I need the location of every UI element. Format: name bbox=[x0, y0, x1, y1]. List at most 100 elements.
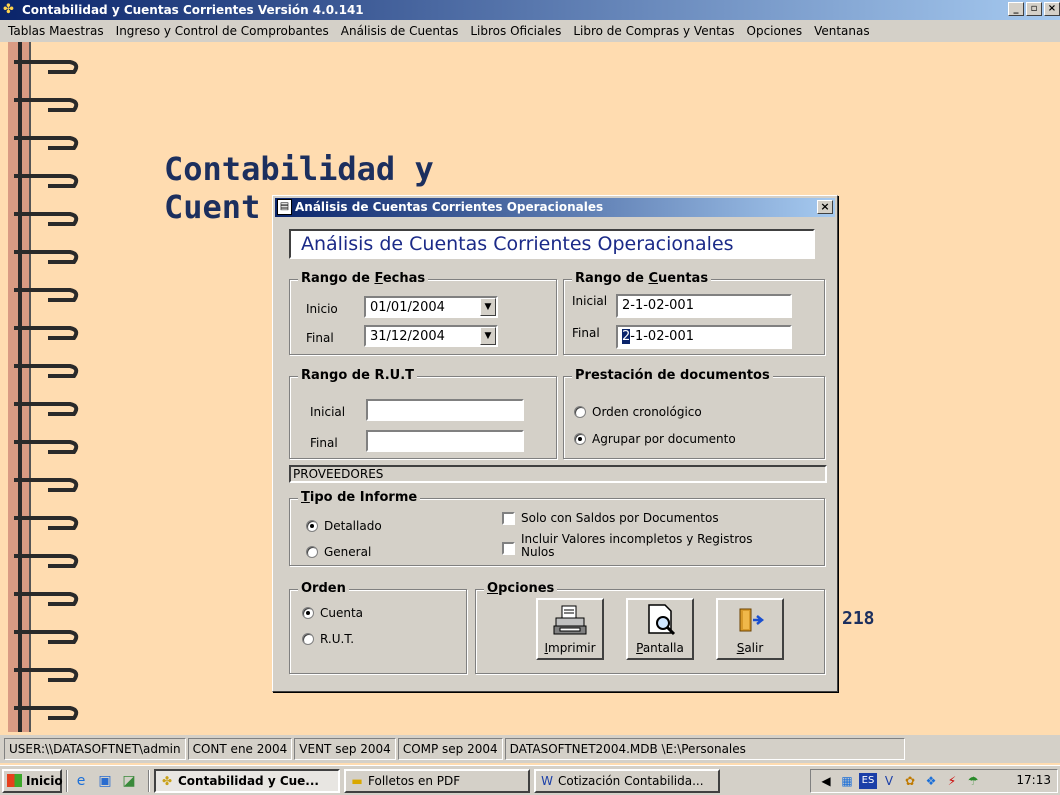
antivirus-icon[interactable]: V bbox=[880, 773, 898, 789]
chevron-down-icon[interactable]: ▼ bbox=[480, 327, 496, 345]
start-button[interactable]: Inicio bbox=[2, 768, 63, 793]
maximize-button[interactable]: ▫ bbox=[1026, 2, 1042, 16]
task-cotizacion[interactable]: W Cotización Contabilida... bbox=[534, 768, 720, 793]
radio-dot-selected bbox=[302, 607, 314, 619]
status-bar: USER:\\DATASOFTNET\admin CONT ene 2004 V… bbox=[0, 735, 1060, 763]
imprimir-label: Imprimir bbox=[544, 641, 596, 655]
status-user: USER:\\DATASOFTNET\admin bbox=[4, 738, 186, 760]
tray-app-icon[interactable]: ☂ bbox=[964, 773, 982, 789]
group-rango-fechas: Rango de Fechas Inicio 01/01/2004 ▼ Fina… bbox=[289, 271, 557, 355]
fecha-inicio-combo[interactable]: 01/01/2004 ▼ bbox=[364, 296, 498, 318]
menu-analisis-cuentas[interactable]: Análisis de Cuentas bbox=[335, 20, 465, 42]
show-desktop-icon[interactable]: ▣ bbox=[96, 772, 114, 790]
notebook-spiral bbox=[14, 42, 79, 732]
radio-label: Cuenta bbox=[320, 606, 364, 620]
status-vent: VENT sep 2004 bbox=[294, 738, 396, 760]
background-title-line1: Contabilidad y bbox=[164, 150, 434, 188]
group-prestacion-documentos: Prestación de documentos Orden cronológi… bbox=[563, 368, 825, 459]
printer-icon bbox=[538, 600, 602, 640]
radio-dot bbox=[302, 633, 314, 645]
legend-opciones: Opciones bbox=[484, 581, 558, 596]
window-controls: _ ▫ × bbox=[1006, 2, 1060, 16]
connection-icon[interactable]: ⚡ bbox=[943, 773, 961, 789]
task-folletos-pdf[interactable]: ▬ Folletos en PDF bbox=[344, 768, 530, 793]
tray-app-icon[interactable]: ✿ bbox=[901, 773, 919, 789]
label-fecha-final: Final bbox=[306, 331, 334, 345]
chevron-down-icon[interactable]: ▼ bbox=[480, 298, 496, 316]
radio-agrupar-documento[interactable]: Agrupar por documento bbox=[574, 432, 736, 446]
exit-door-icon bbox=[718, 600, 782, 640]
radio-label: Agrupar por documento bbox=[592, 432, 736, 446]
menu-libros-oficiales[interactable]: Libros Oficiales bbox=[464, 20, 567, 42]
close-button[interactable]: × bbox=[1044, 2, 1060, 16]
group-orden: Orden Cuenta R.U.T. bbox=[289, 581, 467, 674]
legend-rango-rut: Rango de R.U.T bbox=[298, 368, 418, 383]
network-icon[interactable]: ❖ bbox=[922, 773, 940, 789]
menu-tablas-maestras[interactable]: Tablas Maestras bbox=[2, 20, 110, 42]
language-indicator[interactable]: ES bbox=[859, 773, 877, 789]
background-number: 218 bbox=[842, 608, 875, 629]
salir-button[interactable]: Salir bbox=[716, 598, 784, 660]
internet-explorer-icon[interactable]: e bbox=[72, 772, 90, 790]
app-title-bar: ✤ Contabilidad y Cuentas Corrientes Vers… bbox=[0, 0, 1060, 20]
word-document-icon: W bbox=[541, 773, 553, 788]
app-title: Contabilidad y Cuentas Corrientes Versió… bbox=[22, 3, 364, 17]
radio-general[interactable]: General bbox=[306, 545, 371, 559]
radio-orden-cronologico[interactable]: Orden cronológico bbox=[574, 405, 702, 419]
quicklaunch-app-icon[interactable]: ◪ bbox=[120, 772, 138, 790]
legend-rango-cuentas: Rango de Cuentas bbox=[572, 271, 712, 286]
app-icon: ✤ bbox=[3, 2, 14, 17]
radio-label: R.U.T. bbox=[320, 632, 355, 646]
minimize-button[interactable]: _ bbox=[1008, 2, 1024, 16]
group-rango-cuentas: Rango de Cuentas Inicial 2-1-02-001 Fina… bbox=[563, 271, 825, 355]
status-comp: COMP sep 2004 bbox=[397, 738, 503, 760]
menu-ingreso-control[interactable]: Ingreso y Control de Comprobantes bbox=[110, 20, 335, 42]
group-opciones: Opciones Imprimir Pantalla Salir bbox=[475, 581, 825, 674]
radio-dot-selected bbox=[574, 433, 586, 445]
menu-ventanas[interactable]: Ventanas bbox=[808, 20, 876, 42]
checkbox-incluir-incompletos[interactable]: Incluir Valores incompletos y Registros … bbox=[502, 533, 782, 559]
task-label: Folletos en PDF bbox=[368, 773, 461, 788]
task-contabilidad[interactable]: ✤ Contabilidad y Cue... bbox=[154, 768, 340, 793]
app-icon: ✤ bbox=[161, 773, 173, 788]
task-label: Cotización Contabilida... bbox=[558, 773, 704, 788]
pantalla-button[interactable]: Pantalla bbox=[626, 598, 694, 660]
dialog-title: Análisis de Cuentas Corrientes Operacion… bbox=[295, 200, 604, 214]
taskbar-separator bbox=[148, 769, 150, 792]
calendar-icon[interactable]: ▦ bbox=[838, 773, 856, 789]
proveedores-label-bar: PROVEEDORES bbox=[289, 465, 827, 483]
label-rut-final: Final bbox=[310, 436, 338, 450]
radio-label: General bbox=[324, 545, 372, 559]
menu-opciones[interactable]: Opciones bbox=[741, 20, 809, 42]
cuenta-final-input[interactable]: 2-1-02-001 bbox=[616, 325, 792, 349]
rut-inicial-input[interactable] bbox=[366, 399, 524, 421]
label-cuenta-final: Final bbox=[572, 326, 600, 340]
legend-orden: Orden bbox=[298, 581, 349, 596]
volume-icon[interactable]: ◀ bbox=[817, 773, 835, 789]
menu-bar: Tablas Maestras Ingreso y Control de Com… bbox=[0, 20, 1060, 42]
checkbox-label: Incluir Valores incompletos y Registros … bbox=[521, 532, 753, 559]
salir-label: Salir bbox=[736, 641, 764, 655]
radio-label: Orden cronológico bbox=[592, 405, 702, 419]
dialog-close-button[interactable]: × bbox=[817, 200, 833, 214]
menu-libro-compras-ventas[interactable]: Libro de Compras y Ventas bbox=[567, 20, 740, 42]
status-database: DATASOFTNET2004.MDB \E:\Personales bbox=[504, 738, 905, 760]
legend-prestacion: Prestación de documentos bbox=[572, 368, 773, 383]
taskbar-clock: 17:13 bbox=[1016, 773, 1051, 787]
checkbox-solo-saldos[interactable]: Solo con Saldos por Documentos bbox=[502, 511, 719, 525]
fecha-final-combo[interactable]: 31/12/2004 ▼ bbox=[364, 325, 498, 347]
group-tipo-informe: Tipo de Informe Detallado General Solo c… bbox=[289, 490, 825, 566]
radio-detallado[interactable]: Detallado bbox=[306, 519, 382, 533]
folder-icon: ▬ bbox=[351, 773, 363, 788]
rut-final-input[interactable] bbox=[366, 430, 524, 452]
taskbar-separator bbox=[66, 769, 68, 792]
cuenta-inicial-input[interactable]: 2-1-02-001 bbox=[616, 294, 792, 318]
label-cuenta-inicial: Inicial bbox=[572, 294, 608, 308]
radio-label: Detallado bbox=[324, 519, 382, 533]
imprimir-button[interactable]: Imprimir bbox=[536, 598, 604, 660]
radio-orden-rut[interactable]: R.U.T. bbox=[302, 632, 354, 646]
fecha-final-value: 31/12/2004 bbox=[370, 329, 445, 344]
fecha-inicio-value: 01/01/2004 bbox=[370, 300, 445, 315]
pantalla-label: Pantalla bbox=[636, 641, 684, 655]
radio-orden-cuenta[interactable]: Cuenta bbox=[302, 606, 363, 620]
